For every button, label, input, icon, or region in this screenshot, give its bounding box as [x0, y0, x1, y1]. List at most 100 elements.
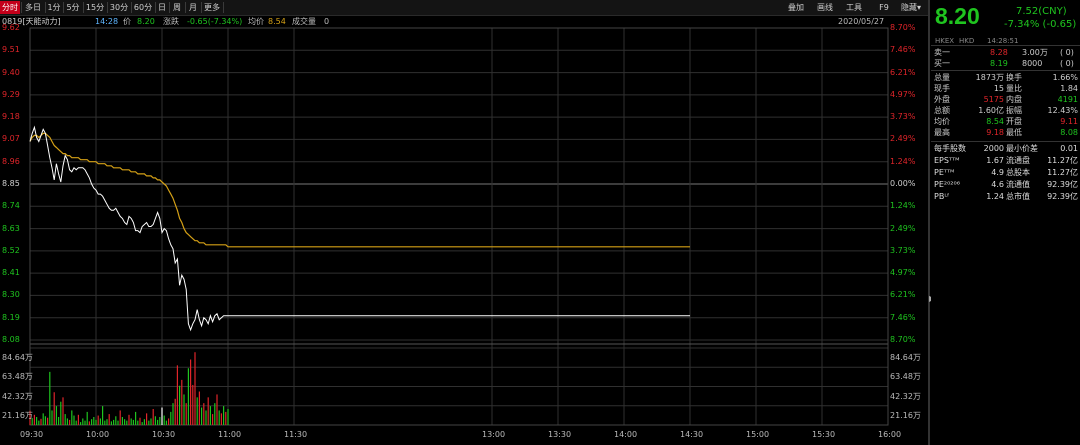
bid-volume: 8000	[1022, 59, 1043, 68]
average-price-line	[29, 132, 690, 248]
volume-tick: 63.48万	[2, 372, 33, 382]
bid-price: 8.19	[990, 59, 1008, 68]
panel-divider[interactable]	[928, 0, 930, 445]
time-tick: 15:00	[746, 430, 770, 439]
percent-tick: 0.00%	[890, 179, 916, 188]
fundamental-cell: 92.39亿	[1047, 192, 1078, 201]
fundamental-cell: 92.39亿	[1047, 180, 1078, 189]
percent-tick: 7.46%	[890, 312, 916, 322]
stat-cell: 现手	[934, 84, 950, 93]
price-tick: 8.30	[2, 290, 20, 300]
fundamental-row: 每手股数 2000 最小价差 0.01	[934, 143, 1078, 154]
stat-cell: 12.43%	[1047, 106, 1078, 115]
stat-row: 总额 1.60亿 振幅 12.43%	[934, 105, 1078, 116]
stat-cell: 5175	[983, 95, 1004, 104]
percent-tick: 6.21%	[890, 290, 916, 300]
percent-tick: 1.24%	[890, 156, 916, 166]
stat-row: 均价 8.54 开盘 9.11	[934, 116, 1078, 127]
percent-tick: 2.49%	[890, 134, 916, 144]
volume-tick: 21.16万	[890, 410, 921, 420]
intraday-chart[interactable]	[0, 0, 928, 445]
price-tick: 8.96	[2, 156, 20, 166]
price-tick: 9.29	[2, 89, 20, 99]
price-tick: 9.51	[2, 45, 20, 55]
fundamental-cell: 0.01	[1060, 144, 1078, 153]
percent-tick: 2.49%	[890, 223, 916, 233]
percent-tick: 3.73%	[890, 245, 916, 255]
percent-tick: 8.70%	[890, 23, 916, 32]
time-tick: 11:30	[284, 430, 308, 439]
ask-row[interactable]: 卖一 8.28 3.00万 ( 0)	[934, 47, 1078, 58]
volume-tick: 63.48万	[890, 372, 921, 382]
stat-cell: 内盘	[1006, 95, 1022, 104]
ask-count: ( 0)	[1060, 48, 1074, 57]
volume-tick: 42.32万	[890, 391, 921, 401]
ask-volume: 3.00万	[1022, 48, 1048, 57]
stat-cell: 15	[993, 84, 1004, 93]
stat-cell: 总额	[934, 106, 950, 115]
stat-cell: 1.60亿	[978, 106, 1004, 115]
price-tick: 8.19	[2, 312, 20, 322]
time-tick: 14:30	[680, 430, 704, 439]
fundamental-row: EPSᵀᵀᴹ 1.67 流通盘 11.27亿	[934, 155, 1078, 166]
time-tick: 15:30	[812, 430, 836, 439]
fundamental-cell: 1.67	[986, 156, 1004, 165]
fundamental-cell: 总市值	[1006, 192, 1030, 201]
time-tick: 14:00	[614, 430, 638, 439]
divider	[931, 141, 1080, 142]
last-price: 8.20	[935, 3, 980, 29]
ask-price: 8.28	[990, 48, 1008, 57]
time-tick: 11:00	[218, 430, 242, 439]
stat-row: 最高 9.18 最低 8.08	[934, 127, 1078, 138]
percent-tick: 1.24%	[890, 201, 916, 211]
percent-tick: 4.97%	[890, 268, 916, 278]
quote-panel: 8.20 7.52(CNY) -7.34% (-0.65) HKEX HKD 1…	[931, 0, 1080, 445]
percent-tick: 6.21%	[890, 67, 916, 77]
percent-tick: 3.73%	[890, 112, 916, 122]
price-tick: 8.08	[2, 335, 20, 344]
stat-row: 现手 15 量比 1.84	[934, 83, 1078, 94]
fundamental-row: PE²⁰²⁰⁶ 4.6 流通值 92.39亿	[934, 179, 1078, 190]
fundamental-row: PBᴸᶠ 1.24 总市值 92.39亿	[934, 191, 1078, 202]
time-tick: 10:00	[86, 430, 110, 439]
quote-timestamp: 14:28:51	[987, 37, 1019, 45]
time-tick: 13:00	[482, 430, 506, 439]
price-tick: 8.52	[2, 245, 20, 255]
stat-cell: 8.08	[1060, 128, 1078, 137]
volume-tick: 21.16万	[2, 410, 33, 420]
time-tick: 10:30	[152, 430, 176, 439]
volume-tick: 42.32万	[2, 391, 33, 401]
stat-cell: 总量	[934, 73, 950, 82]
stat-row: 外盘 5175 内盘 4191	[934, 94, 1078, 105]
price-tick: 8.85	[2, 179, 20, 188]
fundamental-cell: EPSᵀᵀᴹ	[934, 156, 960, 165]
stat-cell: 最高	[934, 128, 950, 137]
fundamental-cell: 4.9	[991, 168, 1004, 177]
fundamental-cell: 4.6	[991, 180, 1004, 189]
stat-cell: 均价	[934, 117, 950, 126]
divider	[931, 45, 1080, 46]
price-tick: 8.74	[2, 201, 20, 211]
fundamental-cell: 总股本	[1006, 168, 1030, 177]
stat-cell: 外盘	[934, 95, 950, 104]
currency: HKD	[959, 37, 975, 45]
stat-cell: 9.11	[1060, 117, 1078, 126]
chart-frame	[29, 27, 889, 426]
fundamental-cell: 11.27亿	[1047, 156, 1078, 165]
bid-label: 买一	[934, 59, 950, 68]
price-tick: 9.62	[2, 23, 20, 32]
fundamental-cell: 流通盘	[1006, 156, 1030, 165]
time-tick: 09:30	[20, 430, 44, 439]
percent-tick: 7.46%	[890, 45, 916, 55]
bid-row[interactable]: 买一 8.19 8000 ( 0)	[934, 58, 1078, 69]
stat-cell: 量比	[1006, 84, 1022, 93]
fundamental-cell: 最小价差	[1006, 144, 1038, 153]
fundamental-cell: 1.24	[986, 192, 1004, 201]
fundamental-cell: PE²⁰²⁰⁶	[934, 180, 960, 189]
time-tick: 13:30	[548, 430, 572, 439]
price-tick: 9.18	[2, 112, 20, 122]
price-tick: 8.63	[2, 223, 20, 233]
prev-price-cny: 7.52(CNY)	[1016, 6, 1067, 17]
percent-tick: 4.97%	[890, 89, 916, 99]
stat-cell: 1.84	[1060, 84, 1078, 93]
